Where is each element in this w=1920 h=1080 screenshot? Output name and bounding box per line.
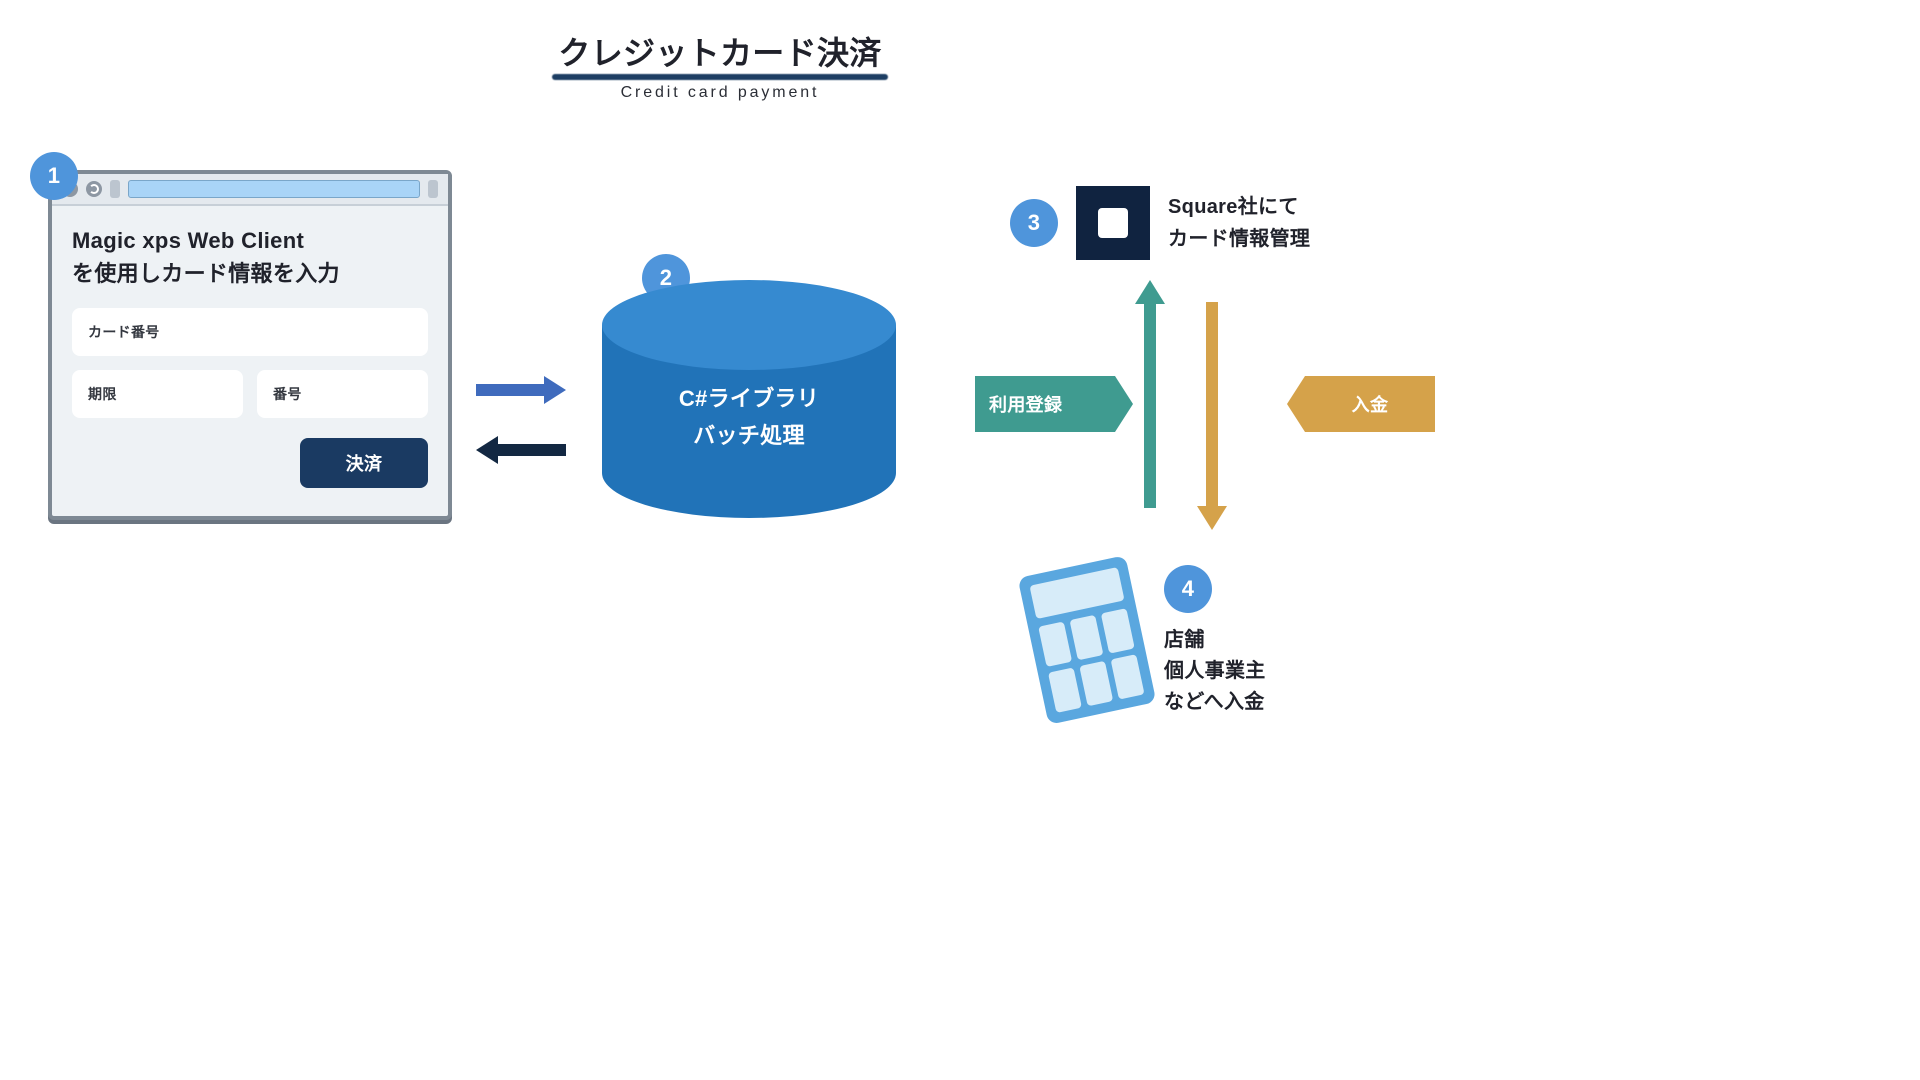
arrow-right-icon [476, 378, 566, 402]
step-1-title: Magic xps Web Client を使用しカード情報を入力 [72, 224, 428, 290]
url-cap-right [428, 180, 438, 198]
url-bar [128, 180, 420, 198]
arrows-step3-step4: 利用登録 入金 [1105, 280, 1265, 530]
step-3-text: Square社にて カード情報管理 [1168, 191, 1310, 255]
arrow-left-icon [476, 438, 566, 462]
browser-window-icon: Magic xps Web Client を使用しカード情報を入力 カード番号 … [48, 170, 452, 520]
tag-register: 利用登録 [975, 376, 1115, 432]
step-2: 2 C#ライブラリ バッチ処理 [602, 280, 896, 518]
step-2-line2: バッチ処理 [602, 417, 896, 454]
step-4-badge: 4 [1164, 565, 1212, 613]
step-4: 4 店舗 個人事業主 などへ入金 [1032, 565, 1266, 718]
step-1-badge: 1 [30, 152, 78, 200]
tag-deposit: 入金 [1305, 376, 1435, 432]
step-4-text: 店舗 個人事業主 などへ入金 [1164, 625, 1266, 718]
square-logo-icon [1076, 186, 1150, 260]
database-cylinder-icon: C#ライブラリ バッチ処理 [602, 280, 896, 518]
reload-icon [86, 181, 102, 197]
arrows-step1-step2 [476, 378, 566, 462]
pay-button[interactable]: 決済 [300, 438, 428, 488]
step-1: 1 Magic xps Web Client を使用しカード情報を入力 カード番… [48, 170, 452, 520]
title-en: Credit card payment [0, 84, 1440, 102]
step-2-line1: C#ライブラリ [602, 380, 896, 417]
arrow-up-icon [1139, 280, 1161, 530]
cvv-field[interactable]: 番号 [257, 370, 428, 418]
step-3-badge: 3 [1010, 199, 1058, 247]
card-number-field[interactable]: カード番号 [72, 308, 428, 356]
step-3: 3 Square社にて カード情報管理 [1010, 186, 1310, 260]
browser-toolbar [52, 174, 448, 206]
arrow-down-icon [1201, 280, 1223, 530]
url-cap-left [110, 180, 120, 198]
expiry-field[interactable]: 期限 [72, 370, 243, 418]
calculator-icon [1018, 555, 1157, 725]
title-ja: クレジットカード決済 [558, 28, 881, 74]
page-header: クレジットカード決済 Credit card payment [0, 0, 1440, 102]
